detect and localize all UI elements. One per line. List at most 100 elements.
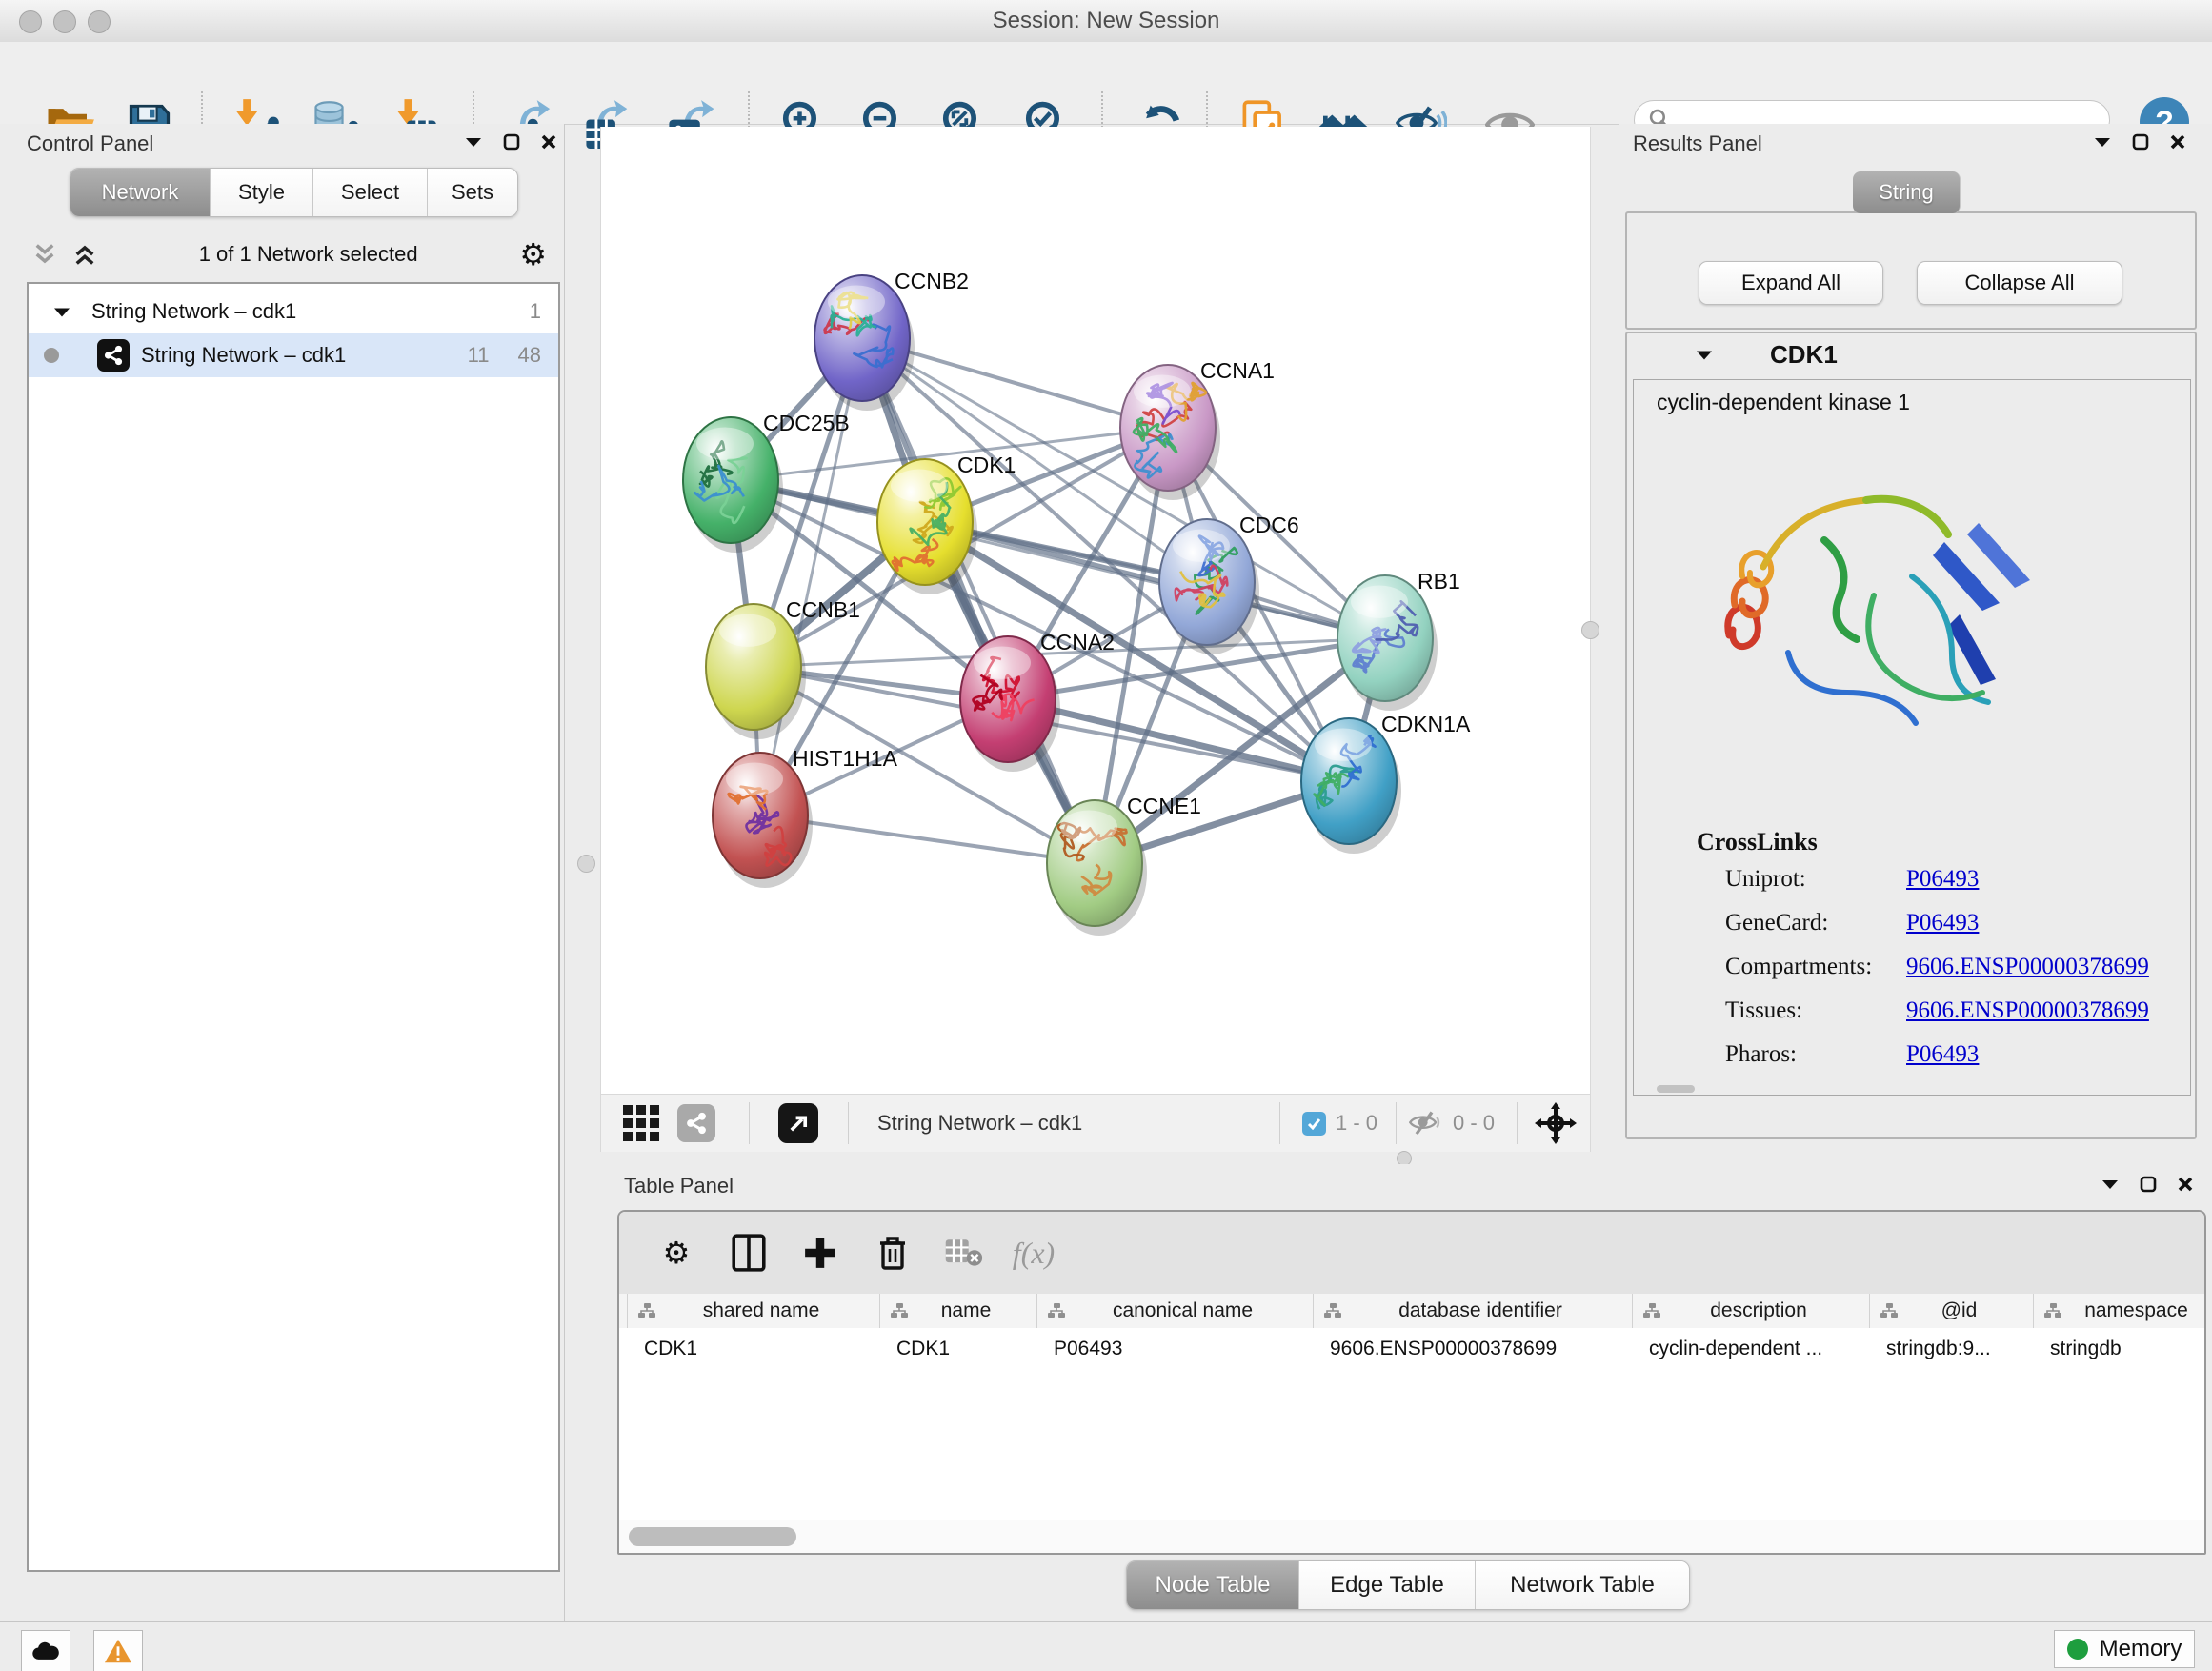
selected-checkbox-icon[interactable] (1302, 1112, 1326, 1136)
expand-all-button[interactable]: Expand All (1699, 261, 1883, 305)
column-header-description[interactable]: description (1633, 1294, 1870, 1328)
table-cell[interactable]: CDK1 (627, 1328, 879, 1370)
tab-network[interactable]: Network (70, 169, 211, 216)
table-horizontal-scrollbar[interactable] (619, 1520, 2204, 1553)
network-node-CDK1[interactable]: CDK1 (877, 453, 1016, 594)
panel-menu-icon[interactable] (465, 136, 482, 148)
column-header-canonical-name[interactable]: canonical name (1037, 1294, 1314, 1328)
scrollbar-thumb[interactable] (629, 1527, 796, 1546)
network-row-selected[interactable]: String Network – cdk1 11 48 (29, 333, 558, 377)
crosslink-label: GeneCard: (1725, 910, 1906, 936)
column-header-namespace[interactable]: namespace (2034, 1294, 2204, 1328)
crosslink-value[interactable]: P06493 (1906, 866, 1979, 893)
fit-selected-button[interactable] (1535, 1102, 1577, 1149)
tab-select[interactable]: Select (313, 169, 428, 216)
network-node-CDKN1A[interactable]: CDKN1A (1301, 712, 1471, 854)
panel-menu-icon[interactable] (2101, 1178, 2119, 1190)
network-edge-count: 48 (518, 343, 541, 368)
float-panel-icon[interactable] (503, 133, 520, 151)
cloud-status-button[interactable] (21, 1630, 70, 1671)
separator (749, 1102, 750, 1144)
panel-menu-icon[interactable] (2094, 136, 2111, 148)
close-panel-icon[interactable] (541, 134, 556, 150)
network-node-RB1[interactable]: RB1 (1337, 569, 1460, 711)
network-type-icon (97, 339, 130, 372)
table-options-button[interactable]: ⚙ (651, 1227, 702, 1278)
network-node-CCNA1[interactable]: CCNA1 (1120, 358, 1275, 500)
tab-node-table[interactable]: Node Table (1127, 1561, 1299, 1609)
collection-count: 1 (530, 299, 541, 324)
crosslink-value[interactable]: P06493 (1906, 1041, 1979, 1068)
node-label-CCNA2: CCNA2 (1040, 630, 1115, 654)
expand-all-networks-icon[interactable] (32, 243, 57, 266)
delete-column-button[interactable] (867, 1227, 918, 1278)
gene-section-header[interactable]: CDK1 (1627, 333, 2195, 375)
crosslink-row: Uniprot:P06493 (1725, 866, 1979, 893)
collapse-all-button[interactable]: Collapse All (1917, 261, 2122, 305)
column-header-shared-name[interactable]: shared name (628, 1294, 880, 1328)
float-panel-icon[interactable] (2140, 1176, 2157, 1193)
column-header-database-identifier[interactable]: database identifier (1314, 1294, 1633, 1328)
table-cell[interactable]: 9606.ENSP00000378699 (1313, 1328, 1632, 1370)
hidden-eye-slash-icon (1409, 1111, 1443, 1137)
horizontal-scrollbar-thumb[interactable] (1657, 1085, 1695, 1093)
close-panel-icon[interactable] (2170, 134, 2185, 150)
table-cell[interactable]: stringdb:9... (1869, 1328, 2033, 1370)
table-row[interactable]: CDK1CDK1P064939606.ENSP00000378699cyclin… (619, 1328, 2204, 1370)
network-node-HIST1H1A[interactable]: HIST1H1A (713, 746, 898, 888)
column-header-@id[interactable]: @id (1870, 1294, 2034, 1328)
network-node-CCNA2[interactable]: CCNA2 (960, 630, 1115, 772)
protein-structure-image (1672, 435, 2091, 816)
column-type-icon (1323, 1302, 1342, 1319)
tab-style[interactable]: Style (211, 169, 313, 216)
network-node-CCNB1[interactable]: CCNB1 (706, 597, 860, 739)
tab-network-table[interactable]: Network Table (1476, 1561, 1689, 1609)
collapse-collection-icon[interactable] (53, 306, 70, 318)
network-node-CDC6[interactable]: CDC6 (1159, 513, 1299, 654)
detach-view-button[interactable] (778, 1103, 818, 1143)
tab-string[interactable]: String (1853, 171, 1961, 213)
network-node-CCNE1[interactable]: CCNE1 (1047, 794, 1201, 936)
warnings-button[interactable] (93, 1630, 143, 1671)
right-splitter-handle[interactable] (1581, 621, 1599, 639)
crosslink-value[interactable]: P06493 (1906, 910, 1979, 936)
network-collection-row[interactable]: String Network – cdk1 1 (29, 290, 558, 333)
network-node-CCNB2[interactable]: CCNB2 (814, 269, 969, 411)
crosslink-row: Pharos:P06493 (1725, 1041, 1979, 1068)
memory-button[interactable]: Memory (2054, 1630, 2195, 1668)
network-options-gear-icon[interactable]: ⚙ (519, 239, 547, 270)
table-cell[interactable]: P06493 (1036, 1328, 1313, 1370)
hidden-count: 0 - 0 (1453, 1111, 1495, 1136)
network-selector-row: 1 of 1 Network selected ⚙ (27, 231, 560, 278)
table-type-tabs: Node TableEdge TableNetwork Table (1126, 1560, 1690, 1610)
column-type-icon (1880, 1302, 1899, 1319)
gene-section: CDK1 cyclin-dependent kinase 1 (1625, 332, 2197, 1139)
crosslink-value[interactable]: 9606.ENSP00000378699 (1906, 997, 2149, 1024)
tab-edge-table[interactable]: Edge Table (1299, 1561, 1476, 1609)
float-panel-icon[interactable] (2132, 133, 2149, 151)
gene-name: CDK1 (1770, 340, 1838, 370)
show-columns-button[interactable] (723, 1227, 774, 1278)
collapse-all-networks-icon[interactable] (72, 243, 97, 266)
node-label-CDK1: CDK1 (957, 453, 1016, 477)
create-column-button[interactable] (794, 1227, 846, 1278)
network-node-CDC25B[interactable]: CDC25B (683, 411, 850, 553)
crosslink-row: Tissues:9606.ENSP00000378699 (1725, 997, 2149, 1024)
tab-sets[interactable]: Sets (428, 169, 517, 216)
birdseye-toggle-button[interactable] (622, 1104, 660, 1147)
delete-table-button[interactable] (938, 1227, 990, 1278)
left-splitter-handle[interactable] (577, 855, 595, 873)
table-cell[interactable]: stringdb (2033, 1328, 2204, 1370)
status-bar: Memory (0, 1621, 2212, 1671)
table-cell[interactable]: CDK1 (879, 1328, 1036, 1370)
column-header-name[interactable]: name (880, 1294, 1037, 1328)
network-canvas[interactable]: CCNB2 CCNA1 CDC25B CDK1 CDC6 RB1 CCNB1 CCNA2 CDK… (600, 127, 1591, 1094)
table-cell[interactable]: cyclin-dependent ... (1632, 1328, 1869, 1370)
gene-detail-box: cyclin-dependent kinase 1 (1633, 379, 2191, 1096)
function-builder-button[interactable]: f(x) (1008, 1227, 1059, 1278)
network-view-toolbar: String Network – cdk1 1 - 0 0 - 0 (600, 1094, 1591, 1152)
crosslink-value[interactable]: 9606.ENSP00000378699 (1906, 954, 2149, 980)
warning-icon (104, 1638, 132, 1664)
collapse-gene-icon[interactable] (1696, 349, 1713, 361)
close-panel-icon[interactable] (2178, 1177, 2193, 1192)
